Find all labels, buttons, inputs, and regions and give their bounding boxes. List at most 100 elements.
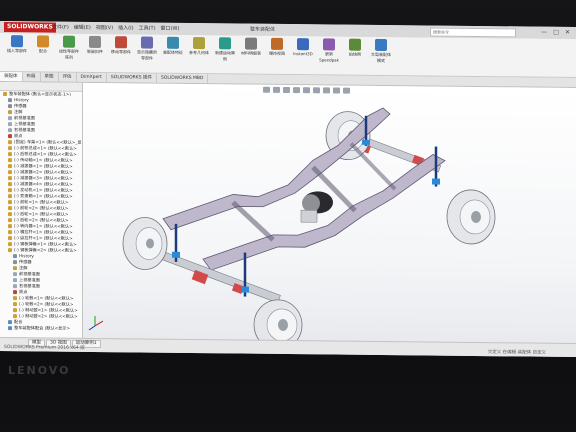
tree-node-label: 整车装配体配合 (默认<显示> (14, 325, 71, 331)
ribbon-button-label: 拍快照 (349, 51, 361, 57)
ribbon-button-label: 材料明细表 (241, 50, 261, 56)
ribbon-button-label: 显示隐藏的零部件 (137, 49, 157, 61)
component-icon (13, 314, 17, 319)
component-icon (8, 212, 12, 217)
menu-item[interactable]: 插入(I) (118, 23, 133, 33)
command-tab[interactable]: DimXpert (76, 72, 107, 83)
tree-node-list: 整车装配体 (默认<显示状态-1>) History 传感器 注解 前视基准面 上视基准面… (0, 91, 82, 332)
ribbon-button[interactable]: Instant3D (292, 38, 314, 56)
component-icon (13, 284, 17, 289)
command-tab[interactable]: 评估 (58, 72, 77, 82)
ribbon-button-icon (141, 36, 153, 49)
ribbon-button-icon (11, 35, 23, 48)
ribbon-button-icon (167, 36, 179, 49)
close-button[interactable]: ✕ (565, 28, 570, 38)
ribbon-button[interactable]: 大型装配体模式 (370, 38, 392, 64)
ribbon-button-icon (271, 37, 283, 50)
command-tab[interactable]: SOLIDWORKS MBD (156, 73, 209, 84)
component-icon (8, 320, 12, 325)
component-icon (8, 104, 12, 109)
component-icon (8, 188, 12, 193)
component-icon (8, 98, 12, 103)
tree-node[interactable]: 整车装配体 (默认<显示状态-1>) (0, 91, 82, 98)
ribbon-button-icon (37, 35, 49, 48)
ribbon-button-label: 线性零部件阵列 (59, 48, 79, 60)
ribbon-button-label: 新建运动算例 (215, 50, 235, 62)
component-icon (13, 296, 17, 301)
ribbon-button-icon (63, 35, 75, 48)
command-manager-ribbon: 插入零部件 配合 线性零部件阵列 智能扣件 移动零部件 显示隐藏的零部件 装配体特征 参考几何… (0, 32, 576, 79)
component-icon (13, 308, 17, 313)
component-icon (8, 236, 12, 241)
ribbon-button-label: 插入零部件 (7, 48, 27, 54)
ribbon-button-label: 大型装配体模式 (371, 51, 391, 64)
menu-item[interactable]: 视图(V) (96, 23, 113, 33)
rear-right-wheel (446, 189, 496, 245)
window-title: 整车装配体 (250, 26, 276, 33)
ribbon-button[interactable]: 更新Speedpak (318, 38, 340, 63)
laptop-brand-logo: LENOVO (8, 364, 71, 377)
menu-bar: 文件(F) 编辑(E) 视图(V) 插入(I) 工具(T) 窗口(W) (52, 23, 179, 34)
ribbon-button-icon (115, 36, 127, 49)
ribbon-button[interactable]: 插入零部件 (6, 35, 28, 54)
component-icon (13, 254, 17, 259)
ribbon-button-icon (193, 37, 205, 50)
ribbon-button-label: 更新Speedpak (319, 51, 339, 63)
component-icon (8, 224, 12, 229)
ribbon-button-label: 移动零部件 (111, 49, 131, 55)
component-icon (8, 152, 12, 157)
front-left-wheel (122, 217, 168, 270)
command-tab[interactable]: 布局 (22, 72, 41, 82)
menu-item[interactable]: 工具(T) (139, 23, 156, 33)
feature-manager-tree: 整车装配体 (默认<显示状态-1>) History 传感器 注解 前视基准面 上视基准面… (0, 81, 83, 338)
component-icon (13, 266, 17, 271)
component-icon (13, 302, 17, 307)
menu-item[interactable]: 窗口(W) (161, 24, 180, 34)
component-icon (8, 206, 12, 211)
command-tab[interactable]: 草图 (40, 72, 59, 82)
component-icon (8, 170, 12, 175)
graphics-viewport[interactable] (83, 82, 576, 344)
component-icon (8, 326, 12, 331)
ribbon-button[interactable]: 智能扣件 (84, 35, 106, 55)
ribbon-button[interactable]: 新建运动算例 (214, 37, 236, 62)
component-icon (8, 194, 12, 199)
command-tab[interactable]: SOLIDWORKS 插件 (106, 73, 157, 83)
command-tab[interactable]: 装配体 (0, 71, 23, 82)
ribbon-button-icon (89, 35, 101, 49)
ribbon-button[interactable]: 显示隐藏的零部件 (136, 36, 158, 61)
component-icon (8, 218, 12, 223)
ribbon-button-label: 配合 (39, 48, 47, 54)
component-icon (8, 164, 12, 169)
ribbon-button-label: 爆炸视图 (269, 50, 285, 56)
maximize-button[interactable]: □ (553, 28, 559, 38)
ribbon-button[interactable]: 配合 (32, 35, 54, 54)
tree-node[interactable]: 整车装配体配合 (默认<显示> (0, 325, 82, 332)
ribbon-button-label: Instant3D (293, 51, 313, 57)
ribbon-button[interactable]: 拍快照 (344, 38, 366, 58)
chassis-model[interactable] (83, 83, 576, 344)
search-commands-input[interactable] (430, 27, 516, 38)
ribbon-button-label: 装配体特征 (163, 49, 183, 55)
status-text-left: SOLIDWORKS Premium 2016 x64 版 (4, 345, 85, 351)
ribbon-button[interactable]: 装配体特征 (162, 36, 184, 56)
menu-item[interactable]: 编辑(E) (74, 23, 91, 33)
solidworks-logo: SOLIDWORKS (4, 22, 56, 33)
ribbon-button[interactable]: 爆炸视图 (266, 37, 288, 57)
ribbon-button[interactable]: 移动零部件 (110, 36, 132, 55)
ribbon-button-label: 参考几何体 (189, 49, 209, 56)
ribbon-button[interactable]: 线性零部件阵列 (58, 35, 80, 61)
chassis-frame (162, 107, 446, 271)
status-text-right: 欠定义 在编辑 装配体 自定义 (487, 350, 546, 356)
menu-item[interactable]: 文件(F) (52, 23, 69, 33)
component-icon (8, 230, 12, 235)
ribbon-button[interactable]: 参考几何体 (188, 37, 210, 56)
minimize-button[interactable]: — (541, 28, 547, 38)
ribbon-button-label: 智能扣件 (87, 48, 103, 55)
ribbon-button[interactable]: 材料明细表 (240, 37, 262, 56)
component-icon (8, 176, 12, 181)
component-icon (8, 158, 12, 163)
engine-block (300, 191, 333, 223)
ribbon-button-icon (219, 37, 231, 50)
component-icon (13, 290, 17, 295)
